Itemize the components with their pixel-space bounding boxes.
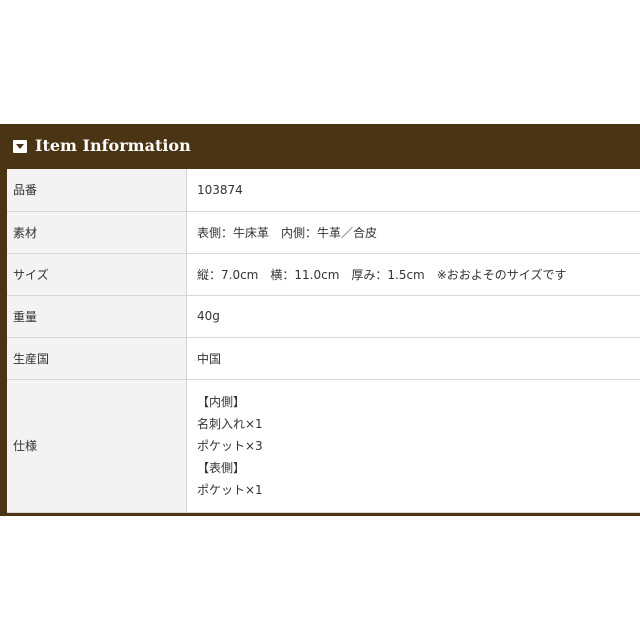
row-value-specification: 【内側】 名刺入れ×1 ポケット×3 【表側】 ポケット×1 (186, 379, 640, 513)
spec-line: ポケット×1 (197, 482, 263, 497)
table-row: 素材 表側：牛床革 内側：牛革／合皮 (7, 211, 640, 254)
row-label-specification: 仕様 (7, 379, 187, 513)
caret-down-box-icon[interactable] (13, 140, 27, 153)
row-label-material: 素材 (7, 211, 187, 254)
item-information-panel: Item Information 品番 103874 素材 表側：牛床革 内側：… (0, 124, 640, 516)
table-row: 重量 40g (7, 295, 640, 338)
row-label-product-number: 品番 (7, 169, 187, 212)
row-label-country: 生産国 (7, 337, 187, 380)
row-value-country: 中国 (186, 337, 640, 380)
panel-header[interactable]: Item Information (0, 124, 640, 169)
row-label-weight: 重量 (7, 295, 187, 338)
item-info-table: 品番 103874 素材 表側：牛床革 内側：牛革／合皮 サイズ 縦：7.0cm… (7, 169, 640, 513)
row-value-weight: 40g (186, 295, 640, 338)
spec-line: 【内側】 (197, 394, 246, 409)
spec-line: ポケット×3 (197, 438, 263, 453)
row-value-product-number: 103874 (186, 169, 640, 212)
table-row: サイズ 縦：7.0cm 横：11.0cm 厚み：1.5cm ※おおよそのサイズで… (7, 253, 640, 296)
table-row: 品番 103874 (7, 169, 640, 212)
spec-line: 名刺入れ×1 (197, 416, 263, 431)
row-value-size: 縦：7.0cm 横：11.0cm 厚み：1.5cm ※おおよそのサイズです (186, 253, 640, 296)
row-label-size: サイズ (7, 253, 187, 296)
row-value-material: 表側：牛床革 内側：牛革／合皮 (186, 211, 640, 254)
table-row: 生産国 中国 (7, 337, 640, 380)
panel-title: Item Information (35, 136, 191, 155)
spec-line: 【表側】 (197, 460, 246, 475)
table-row: 仕様 【内側】 名刺入れ×1 ポケット×3 【表側】 ポケット×1 (7, 379, 640, 513)
